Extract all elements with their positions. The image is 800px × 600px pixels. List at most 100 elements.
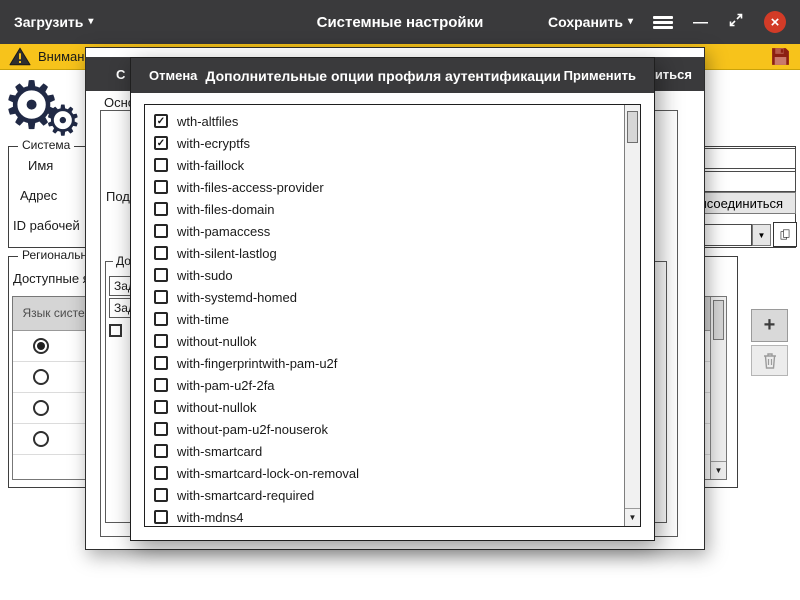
option-row[interactable]: without-nullok xyxy=(145,396,625,418)
cancel-button[interactable]: Отмена xyxy=(149,68,197,83)
address-label: Адрес xyxy=(20,188,57,203)
option-row[interactable]: with-smartcard-lock-on-removal xyxy=(145,462,625,484)
option-row[interactable]: with-fingerprintwith-pam-u2f xyxy=(145,352,625,374)
checkbox-icon[interactable] xyxy=(154,378,168,392)
option-label: without-nullok xyxy=(177,334,257,349)
remove-language-button[interactable] xyxy=(751,345,788,376)
option-label: with-faillock xyxy=(177,158,244,173)
checkbox-icon[interactable] xyxy=(154,466,168,480)
checkbox-icon[interactable] xyxy=(154,334,168,348)
checkbox-icon[interactable] xyxy=(154,422,168,436)
checkbox-icon[interactable] xyxy=(154,290,168,304)
arrow-down-icon: ▼ xyxy=(629,513,637,522)
language-table-scrollbar[interactable]: ▼ xyxy=(710,297,726,479)
option-row[interactable]: with-mdns4 xyxy=(145,506,625,527)
option-label: with-smartcard-lock-on-removal xyxy=(177,466,359,481)
checkbox-icon[interactable] xyxy=(109,324,122,337)
option-row[interactable]: with-pam-u2f-2fa xyxy=(145,374,625,396)
checkbox-icon[interactable] xyxy=(154,400,168,414)
checkbox-icon[interactable] xyxy=(154,510,168,524)
maximize-button[interactable] xyxy=(728,12,744,32)
checkbox-icon[interactable] xyxy=(154,202,168,216)
warning-save-button[interactable] xyxy=(770,46,791,67)
checkbox-icon[interactable] xyxy=(154,444,168,458)
option-label: with-pamaccess xyxy=(177,224,270,239)
option-label: with-files-domain xyxy=(177,202,275,217)
option-label: with-fingerprintwith-pam-u2f xyxy=(177,356,337,371)
checkbox-checked-icon[interactable]: ✓ xyxy=(154,114,168,128)
option-row[interactable]: with-pamaccess xyxy=(145,220,625,242)
scrollbar-thumb[interactable] xyxy=(627,111,638,143)
add-language-button[interactable]: + xyxy=(751,309,788,342)
option-row[interactable]: with-faillock xyxy=(145,154,625,176)
option-row[interactable]: with-time xyxy=(145,308,625,330)
scroll-down-button[interactable]: ▼ xyxy=(625,508,640,526)
option-label: with-smartcard xyxy=(177,444,262,459)
options-scrollbar[interactable]: ▼ xyxy=(624,105,640,526)
checkbox-icon[interactable] xyxy=(154,224,168,238)
auth-profile-options-modal: Отмена Дополнительные опции профиля ауте… xyxy=(130,57,655,541)
auth-options-list: ✓ wth-altfiles ✓ with-ecryptfs with-faillock… xyxy=(145,105,625,526)
chevron-down-icon: ▼ xyxy=(758,231,766,240)
option-label: without-pam-u2f-nouserok xyxy=(177,422,328,437)
option-row[interactable]: with-smartcard xyxy=(145,440,625,462)
load-menu-button[interactable]: Загрузить ▾ xyxy=(14,14,93,30)
option-row[interactable]: with-sudo xyxy=(145,264,625,286)
close-icon: × xyxy=(771,14,780,31)
checkbox-icon[interactable] xyxy=(154,356,168,370)
option-row[interactable]: with-smartcard-required xyxy=(145,484,625,506)
option-label: with-systemd-homed xyxy=(177,290,297,305)
option-label: wth-altfiles xyxy=(177,114,238,129)
option-row[interactable]: ✓ wth-altfiles xyxy=(145,110,625,132)
radio-icon[interactable] xyxy=(33,369,49,385)
option-label: with-files-access-provider xyxy=(177,180,324,195)
close-button[interactable]: × xyxy=(764,11,786,33)
scrollbar-thumb[interactable] xyxy=(713,300,724,340)
checkbox-checked-icon[interactable]: ✓ xyxy=(154,136,168,150)
radio-icon[interactable] xyxy=(33,431,49,447)
system-settings-window: Загрузить ▾ Системные настройки Сохранит… xyxy=(0,0,800,600)
checkbox-icon[interactable] xyxy=(154,180,168,194)
option-row[interactable]: with-systemd-homed xyxy=(145,286,625,308)
option-label: without-nullok xyxy=(177,400,257,415)
topbar: Загрузить ▾ Системные настройки Сохранит… xyxy=(0,0,800,44)
modal-title: Дополнительные опции профиля аутентифика… xyxy=(197,68,563,84)
radio-icon[interactable] xyxy=(33,400,49,416)
gear-small-icon: ⚙ xyxy=(44,100,82,142)
checkbox-icon[interactable] xyxy=(154,312,168,326)
resize-icon xyxy=(728,12,744,28)
floppy-icon xyxy=(770,46,791,67)
option-row[interactable]: with-silent-lastlog xyxy=(145,242,625,264)
option-row[interactable]: ✓ with-ecryptfs xyxy=(145,132,625,154)
option-label: with-sudo xyxy=(177,268,233,283)
option-label: with-mdns4 xyxy=(177,510,243,525)
modal-header: Отмена Дополнительные опции профиля ауте… xyxy=(131,58,654,93)
checkbox-icon[interactable] xyxy=(154,268,168,282)
chevron-down-icon: ▾ xyxy=(88,17,93,27)
option-row[interactable]: with-files-access-provider xyxy=(145,176,625,198)
dialog-header-left-button[interactable]: С xyxy=(116,67,125,82)
option-row[interactable]: without-pam-u2f-nouserok xyxy=(145,418,625,440)
checkbox-icon[interactable] xyxy=(154,246,168,260)
checkbox-icon[interactable] xyxy=(154,158,168,172)
name-label: Имя xyxy=(28,158,53,173)
option-row[interactable]: with-files-domain xyxy=(145,198,625,220)
page-title: Системные настройки xyxy=(180,14,620,31)
radio-selected-icon[interactable] xyxy=(33,338,49,354)
work-id-dropdown-button[interactable]: ▼ xyxy=(752,224,771,246)
copy-button[interactable] xyxy=(773,222,797,247)
option-row[interactable]: without-nullok xyxy=(145,330,625,352)
arrow-down-icon: ▼ xyxy=(715,466,723,475)
load-menu-label: Загрузить xyxy=(14,14,83,30)
option-label: with-ecryptfs xyxy=(177,136,250,151)
scroll-down-button[interactable]: ▼ xyxy=(711,461,726,479)
minimize-button[interactable]: — xyxy=(693,14,708,31)
menu-icon xyxy=(653,16,673,19)
apply-button[interactable]: Применить xyxy=(564,68,636,83)
work-id-label: ID рабочей xyxy=(13,218,80,233)
copy-icon xyxy=(780,226,790,243)
trash-icon xyxy=(763,352,777,369)
checkbox-icon[interactable] xyxy=(154,488,168,502)
plus-icon: + xyxy=(764,314,776,337)
hamburger-menu-button[interactable] xyxy=(653,16,673,29)
